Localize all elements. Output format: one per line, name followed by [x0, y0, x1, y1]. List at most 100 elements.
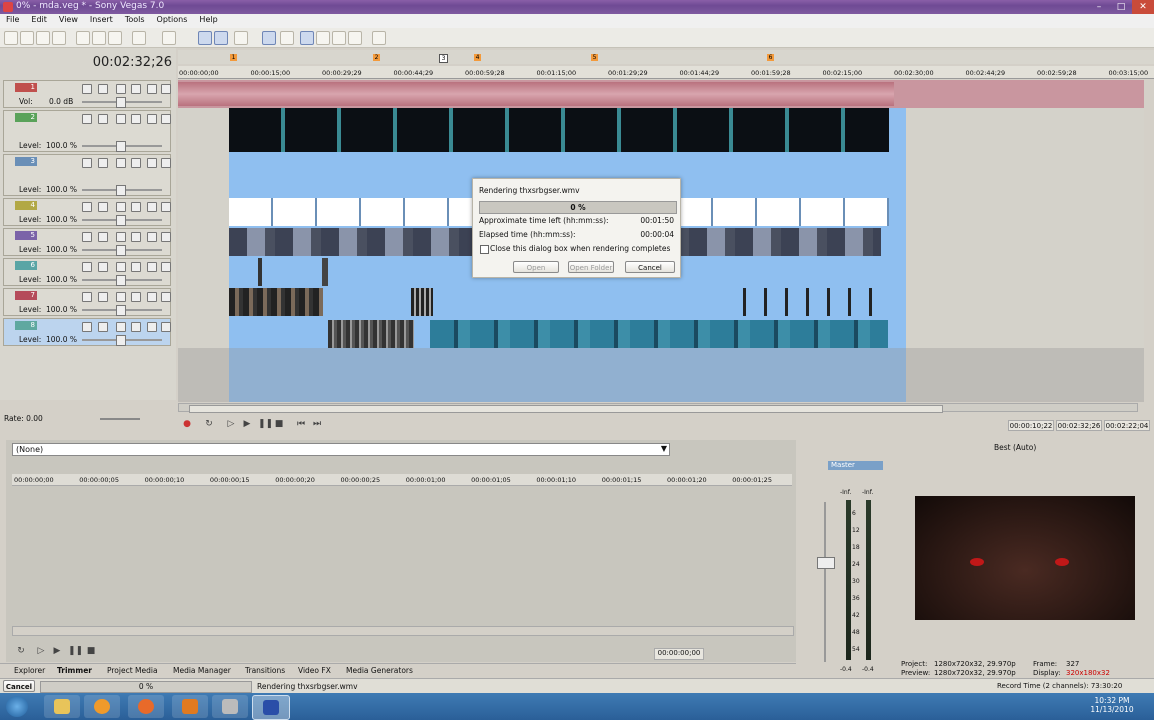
mute-icon[interactable]	[82, 232, 92, 242]
preview-quality[interactable]: Best (Auto)	[994, 443, 1036, 452]
track-number[interactable]: 2	[15, 113, 37, 122]
play-from-start-icon[interactable]: ▷	[226, 419, 236, 429]
taskbar-vegas-icon[interactable]	[172, 695, 208, 718]
taskbar-clock[interactable]: 10:32 PM 11/13/2010	[1090, 696, 1134, 714]
taskbar-app-icon[interactable]	[212, 695, 248, 718]
auto-crossfade-icon[interactable]	[214, 31, 228, 45]
close-on-complete-checkbox[interactable]	[480, 245, 489, 254]
track-header-6[interactable]: 6 Level: 100.0 %	[3, 258, 171, 286]
play-icon[interactable]: ▶	[242, 419, 252, 429]
clip-track-6b[interactable]	[322, 258, 328, 286]
fx-icon[interactable]	[131, 158, 141, 168]
minimize-button[interactable]: –	[1088, 0, 1110, 14]
save-icon[interactable]	[36, 31, 50, 45]
slider-thumb[interactable]	[116, 275, 126, 286]
slider-thumb[interactable]	[116, 215, 126, 226]
taskbar-firefox-icon[interactable]	[128, 695, 164, 718]
motion-icon[interactable]	[116, 84, 126, 94]
solo-icon[interactable]	[147, 84, 157, 94]
open-folder-button[interactable]: Open Folder	[568, 261, 614, 273]
marker-1[interactable]: 1	[230, 54, 237, 61]
marker-5[interactable]: 5	[591, 54, 598, 61]
track-level-slider[interactable]	[82, 275, 162, 286]
solo-icon[interactable]	[147, 232, 157, 242]
mute-icon[interactable]	[82, 114, 92, 124]
selection-tool-icon[interactable]	[332, 31, 346, 45]
tab-media-manager[interactable]: Media Manager	[173, 666, 231, 675]
motion-icon[interactable]	[116, 114, 126, 124]
motion-icon[interactable]	[116, 158, 126, 168]
timeline-scrollbar[interactable]	[178, 403, 1138, 413]
solo-icon[interactable]	[147, 292, 157, 302]
tab-project-media[interactable]: Project Media	[107, 666, 158, 675]
track-header-8[interactable]: 8 Level: 100.0 %	[3, 318, 171, 346]
menu-insert[interactable]: Insert	[84, 14, 119, 24]
clip-track-6a[interactable]	[258, 258, 262, 286]
timeline-scroll-thumb[interactable]	[189, 405, 943, 413]
whats-this-icon[interactable]	[372, 31, 386, 45]
envelope-tool-icon[interactable]	[316, 31, 330, 45]
taskbar-active-app-icon[interactable]	[252, 695, 290, 720]
composite-mode-icon[interactable]	[98, 322, 108, 332]
mute-icon[interactable]	[82, 84, 92, 94]
slider-thumb[interactable]	[116, 141, 126, 152]
track-level-slider[interactable]	[82, 97, 162, 108]
trimmer-play-start-icon[interactable]: ▷	[36, 646, 46, 656]
cancel-render-button[interactable]: Cancel	[625, 261, 675, 273]
menu-view[interactable]: View	[53, 14, 84, 24]
new-icon[interactable]	[4, 31, 18, 45]
mute-icon[interactable]	[82, 262, 92, 272]
clip-track-7c[interactable]	[725, 288, 885, 316]
audio-waveform-clip[interactable]	[178, 82, 894, 106]
track-number[interactable]: 6	[15, 261, 37, 270]
solo-icon[interactable]	[147, 262, 157, 272]
track-header-7[interactable]: 7 Level: 100.0 %	[3, 288, 171, 316]
marker-3[interactable]: 3	[439, 54, 448, 63]
track-level-slider[interactable]	[82, 335, 162, 346]
taskbar-media-player-icon[interactable]	[84, 695, 120, 718]
slider-thumb[interactable]	[116, 305, 126, 316]
track-level-slider[interactable]	[82, 305, 162, 316]
lock-icon[interactable]	[161, 292, 171, 302]
tab-transitions[interactable]: Transitions	[245, 666, 285, 675]
tab-trimmer[interactable]: Trimmer	[57, 666, 92, 675]
track-header-5[interactable]: 5 Level: 100.0 %	[3, 228, 171, 256]
track-number[interactable]: 4	[15, 201, 37, 210]
clip-track-8b[interactable]	[430, 320, 888, 348]
lock-icon[interactable]	[161, 262, 171, 272]
motion-icon[interactable]	[116, 262, 126, 272]
video-clip-track-2[interactable]	[229, 108, 889, 152]
maximize-button[interactable]: □	[1110, 0, 1132, 14]
track-number[interactable]: 3	[15, 157, 37, 166]
motion-icon[interactable]	[116, 322, 126, 332]
stop-icon[interactable]: ■	[274, 419, 284, 429]
mute-icon[interactable]	[82, 202, 92, 212]
status-cancel-button[interactable]: Cancel	[3, 680, 35, 692]
normal-edit-tool-icon[interactable]	[300, 31, 314, 45]
composite-mode-icon[interactable]	[98, 202, 108, 212]
ignore-grouping-icon[interactable]	[280, 31, 294, 45]
trimmer-loop-icon[interactable]: ↻	[16, 646, 26, 656]
open-icon[interactable]	[20, 31, 34, 45]
ripple-icon[interactable]	[234, 31, 248, 45]
mute-icon[interactable]	[82, 292, 92, 302]
open-button[interactable]: Open	[513, 261, 559, 273]
go-to-start-icon[interactable]: ⏮	[296, 419, 306, 429]
lock-icon[interactable]	[161, 84, 171, 94]
track-header-2[interactable]: 2 Level: 100.0 %	[3, 110, 171, 152]
lock-icon[interactable]	[161, 322, 171, 332]
go-to-end-icon[interactable]: ⏭	[312, 419, 322, 429]
track-number[interactable]: 7	[15, 291, 37, 300]
start-button[interactable]	[6, 696, 28, 717]
tab-video-fx[interactable]: Video FX	[298, 666, 331, 675]
motion-icon[interactable]	[116, 292, 126, 302]
slider-thumb[interactable]	[116, 245, 126, 256]
composite-mode-icon[interactable]	[98, 232, 108, 242]
mute-icon[interactable]	[82, 322, 92, 332]
slider-thumb[interactable]	[116, 185, 126, 196]
marker-6[interactable]: 6	[767, 54, 774, 61]
solo-icon[interactable]	[147, 322, 157, 332]
menu-help[interactable]: Help	[193, 14, 223, 24]
track-number[interactable]: 8	[15, 321, 37, 330]
solo-icon[interactable]	[147, 114, 157, 124]
